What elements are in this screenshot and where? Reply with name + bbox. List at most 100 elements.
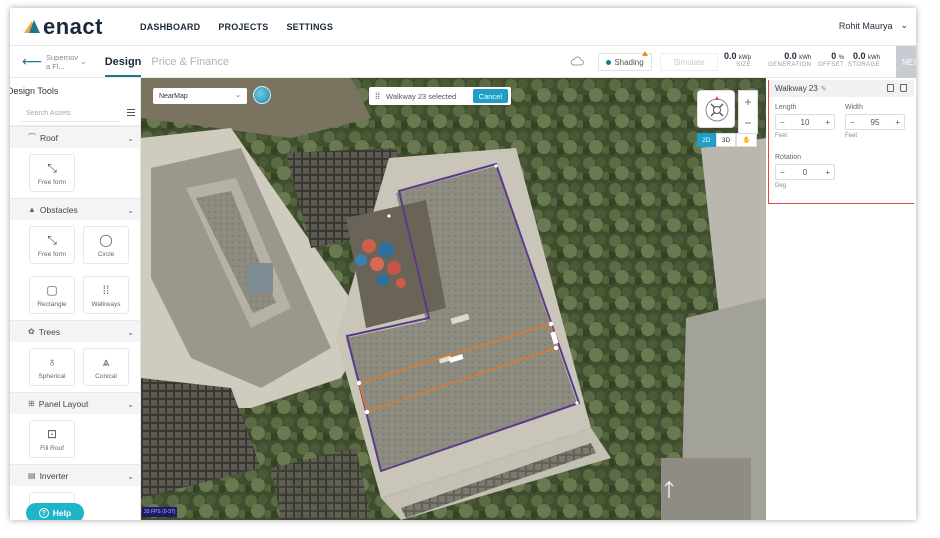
cancel-button[interactable]: Cancel: [472, 89, 508, 103]
tab-price-finance[interactable]: Price & Finance: [151, 56, 229, 68]
walkway-icon: ⁞⁞: [102, 282, 110, 297]
sidebar-section-label: Obstacles: [39, 204, 78, 215]
zoom-control: + −: [738, 90, 758, 134]
tool-circle[interactable]: ◯ Circle: [83, 226, 129, 264]
trash-icon[interactable]: [900, 84, 907, 92]
width-value[interactable]: 95: [871, 118, 880, 127]
rotation-increment-icon[interactable]: +: [825, 168, 830, 177]
tool-label: Walkways: [91, 300, 121, 308]
freeform-icon: ⤡: [47, 160, 57, 175]
user-menu[interactable]: Rohit Maurya ⌄: [839, 20, 908, 31]
tool-row: ⤡ Free form ◯ Circle: [10, 220, 140, 270]
properties-title: Walkway 23: [775, 84, 818, 93]
length-stepper[interactable]: − 10 +: [775, 114, 835, 130]
edit-pencil-icon[interactable]: ✎: [821, 85, 827, 93]
sidebar-title: Design Tools: [10, 86, 59, 96]
cloud-icon[interactable]: [570, 56, 584, 66]
width-increment-icon[interactable]: +: [895, 118, 900, 127]
project-name[interactable]: Supernov a Fl...: [46, 53, 78, 71]
map-canvas[interactable]: NearMap ⌄ ⁞⁞ Walkway 23 selected Cancel …: [141, 78, 766, 520]
tool-rectangle[interactable]: ▢ Rectangle: [29, 276, 75, 314]
width-stepper[interactable]: − 95 +: [845, 114, 905, 130]
metric-offset: 0 % OFFSET: [818, 51, 845, 68]
rotation-unit: Deg: [775, 183, 787, 189]
tool-conical[interactable]: ⩓ Conical: [83, 348, 129, 386]
sidebar-section-trees[interactable]: ✿ Trees ⌄: [10, 320, 140, 342]
chevron-down-icon: ⌄: [127, 134, 134, 143]
project-chevron-icon[interactable]: ⌄: [80, 57, 87, 66]
simulate-button[interactable]: Simulate: [660, 53, 718, 71]
circle-icon: ◯: [99, 232, 113, 247]
shading-radio-icon: [606, 59, 612, 65]
back-arrow-icon[interactable]: ⟵: [22, 53, 42, 70]
roof-icon: ⌒: [28, 133, 36, 142]
sidebar-section-obstacles[interactable]: ▲ Obstacles ⌄: [10, 198, 140, 220]
copy-icon[interactable]: [887, 84, 894, 92]
chevron-down-icon: ⌄: [127, 400, 134, 409]
asset-search: Search Assets: [10, 100, 140, 126]
tool-free-form[interactable]: ⤡ Free form: [29, 226, 75, 264]
tool-label: Fill Roof: [40, 444, 64, 452]
tool-spherical[interactable]: ♁ Spherical: [29, 348, 75, 386]
pan-hand-icon[interactable]: ✋: [736, 133, 758, 147]
globe-icon[interactable]: [253, 86, 271, 104]
menu-icon[interactable]: [127, 109, 135, 116]
user-name: Rohit Maurya: [838, 20, 893, 31]
freeform-icon: ⤡: [47, 232, 57, 247]
obstacle-icon: ▲: [28, 205, 36, 214]
search-placeholder: Search Assets: [26, 110, 71, 117]
chevron-down-icon: ⌄: [127, 206, 134, 215]
sidebar-section-roof[interactable]: ⌒ Roof ⌄: [10, 126, 140, 148]
tool-fill-roof[interactable]: ⊡ Fill Roof: [29, 420, 75, 458]
length-unit: Feet: [775, 133, 788, 139]
tool-label: Rectangle: [37, 300, 67, 308]
design-tools-sidebar: Design Tools Search Assets ⌒ Roof ⌄ ⤡ Free f…: [10, 78, 141, 520]
walkway-properties: Walkway 23 ✎ Length − 10 + Feet Width − …: [768, 80, 914, 204]
view-toggle: 2D 3D ✋: [697, 133, 758, 147]
width-decrement-icon[interactable]: −: [850, 118, 855, 127]
nav-dashboard[interactable]: DASHBOARD: [140, 22, 200, 32]
rotation-decrement-icon[interactable]: −: [780, 168, 785, 177]
zoom-out-icon[interactable]: −: [744, 116, 751, 130]
tool-label: Spherical: [38, 372, 66, 380]
panel-icon: ⊞: [28, 399, 35, 408]
properties-panel: Walkway 23 ✎ Length − 10 + Feet Width − …: [766, 78, 916, 520]
selection-text: Walkway 23 selected: [386, 91, 457, 101]
length-value[interactable]: 10: [801, 118, 810, 127]
sidebar-section-label: Inverter: [39, 470, 69, 481]
length-decrement-icon[interactable]: −: [780, 118, 785, 127]
tool-free-form[interactable]: ⤡ Free form: [29, 154, 75, 192]
rotation-stepper[interactable]: − 0 +: [775, 164, 835, 180]
help-label: Help: [52, 508, 72, 518]
nav-projects[interactable]: PROJECTS: [218, 22, 268, 32]
nav-settings[interactable]: SETTINGS: [286, 22, 333, 32]
map-provider-select[interactable]: NearMap ⌄: [153, 88, 247, 104]
compass-control[interactable]: [697, 90, 735, 128]
metric-generation: 0.0 kWh GENERATION: [768, 51, 812, 68]
rotation-value[interactable]: 0: [803, 168, 807, 177]
tool-walkways[interactable]: ⁞⁞ Walkways: [83, 276, 129, 314]
inverter-icon: ▤: [28, 471, 36, 480]
zoom-in-icon[interactable]: +: [744, 95, 751, 109]
logo[interactable]: enact: [24, 13, 124, 39]
rotation-label: Rotation: [775, 154, 802, 161]
shading-button[interactable]: Shading: [598, 51, 652, 71]
sidebar-section-panel-layout[interactable]: ⊞ Panel Layout ⌄: [10, 392, 140, 414]
help-button[interactable]: ? Help: [26, 503, 84, 520]
logo-mark-icon: [24, 19, 40, 34]
tab-design[interactable]: Design: [104, 56, 141, 77]
tool-label: Free form: [37, 178, 67, 186]
sidebar-section-label: Panel Layout: [38, 398, 89, 409]
compass-icon: [705, 96, 729, 122]
logo-text: enact: [43, 13, 103, 39]
width-unit: Feet: [845, 133, 858, 139]
view-3d-button[interactable]: 3D: [715, 133, 737, 147]
view-2d-button[interactable]: 2D: [697, 133, 716, 147]
sidebar-section-inverter[interactable]: ▤ Inverter ⌄: [10, 464, 140, 486]
selection-bar: ⁞⁞ Walkway 23 selected Cancel: [369, 87, 511, 105]
sidebar-section-label: Trees: [38, 326, 61, 337]
tool-label: Free form: [37, 250, 67, 258]
width-label: Width: [845, 104, 863, 111]
next-button[interactable]: NEXT: [896, 46, 916, 78]
length-increment-icon[interactable]: +: [825, 118, 830, 127]
